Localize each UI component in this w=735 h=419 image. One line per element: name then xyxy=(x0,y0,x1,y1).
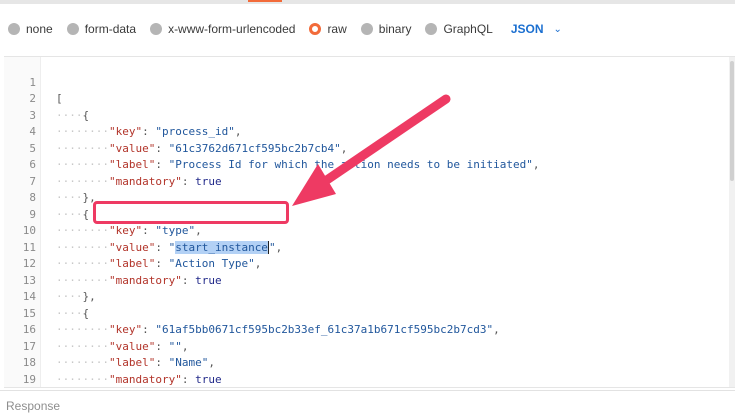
radio-graphql[interactable]: GraphQL xyxy=(425,22,493,36)
radio-form-data-label: form-data xyxy=(84,22,137,36)
radio-dot-icon xyxy=(66,23,79,35)
response-label: Response xyxy=(6,399,61,413)
code-line: 5 ········"label": "Process Id for which… xyxy=(4,124,735,172)
active-tab-indicator xyxy=(248,0,282,2)
radio-raw[interactable]: raw xyxy=(309,22,347,36)
code-line: 9 ········"key": "type", xyxy=(4,190,735,238)
top-tab-strip xyxy=(0,0,735,4)
code-line: 11 ········"label": "Action Type", xyxy=(4,223,735,271)
code-line: 3 ········"key": "process_id", xyxy=(4,91,735,139)
radio-selected-icon xyxy=(309,23,322,35)
editor-scrollbar[interactable] xyxy=(729,57,735,387)
code-line: 18 ········"mandatory": true xyxy=(4,339,735,386)
code-line: 20 ····{ xyxy=(4,372,735,388)
body-type-selector: none form-data x-www-form-urlencoded raw… xyxy=(8,18,562,40)
code-line: 16 ········"value": "", xyxy=(4,306,735,353)
code-line: 13 ····}, xyxy=(4,256,735,304)
code-line: 14 ····{ xyxy=(4,273,735,320)
radio-dot-icon xyxy=(425,23,438,35)
format-dropdown[interactable]: JSON ⌄ xyxy=(511,22,562,36)
radio-dot-icon xyxy=(360,23,373,35)
code-line: 7 ····}, xyxy=(4,157,735,205)
code-line: 8 ····{ xyxy=(4,174,735,221)
radio-raw-label: raw xyxy=(327,22,347,36)
radio-dot-icon xyxy=(150,23,163,35)
response-panel[interactable]: Response xyxy=(0,390,735,419)
code-line: 1 [ xyxy=(4,58,735,106)
radio-graphql-label: GraphQL xyxy=(443,22,493,36)
code-line: 10 ········"value": "start_instance", xyxy=(4,207,735,254)
scrollbar-thumb[interactable] xyxy=(730,61,734,181)
code-line: 2 ····{ xyxy=(4,75,735,122)
code-line: 19 ····}, xyxy=(4,355,735,386)
radio-binary[interactable]: binary xyxy=(360,22,412,36)
code-line: 6 ········"mandatory": true xyxy=(4,141,735,188)
radio-binary-label: binary xyxy=(378,22,412,36)
radio-dot-icon xyxy=(8,23,20,35)
radio-none-label: none xyxy=(26,22,53,36)
radio-urlencoded-label: x-www-form-urlencoded xyxy=(168,22,296,36)
radio-form-data[interactable]: form-data xyxy=(66,22,137,36)
code-editor[interactable]: 1 [ 2 ····{ 3 ········"key": "process_id… xyxy=(4,56,735,388)
code-line: 15 ········"key": "61af5bb0671cf595bc2b3… xyxy=(4,289,735,337)
radio-urlencoded[interactable]: x-www-form-urlencoded xyxy=(150,22,295,36)
code-line: 12 ········"mandatory": true xyxy=(4,240,735,287)
radio-none[interactable]: none xyxy=(8,22,53,36)
code-line: 17 ········"label": "Name", xyxy=(4,322,735,370)
chevron-down-icon: ⌄ xyxy=(553,23,562,35)
code-line: 4 ········"value": "61c3762d671cf595bc2b… xyxy=(4,108,735,155)
format-dropdown-value: JSON xyxy=(510,22,544,36)
